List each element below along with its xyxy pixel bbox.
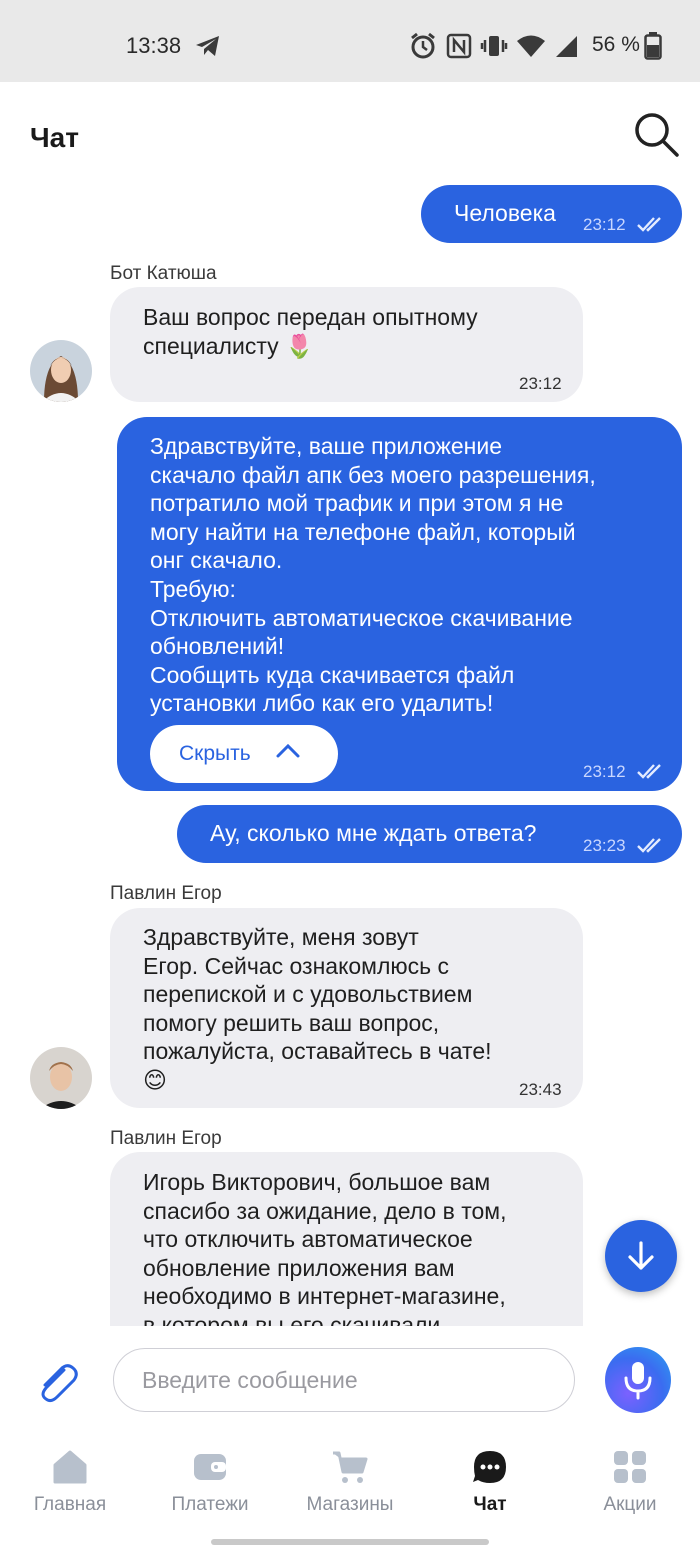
- arrow-down-icon: [628, 1241, 654, 1270]
- voice-button[interactable]: [605, 1347, 671, 1413]
- message-outgoing[interactable]: Ау, сколько мне ждать ответа? 23:23: [177, 805, 682, 863]
- home-indicator[interactable]: [211, 1539, 489, 1545]
- double-check-icon: [637, 217, 661, 232]
- message-time: 23:12: [583, 215, 626, 234]
- message-incoming[interactable]: Игорь Викторович, большое вам спасибо за…: [110, 1152, 583, 1326]
- chat-icon: [473, 1451, 506, 1483]
- nav-label: Чат: [473, 1494, 507, 1515]
- message-text: Ау, сколько мне ждать ответа?: [210, 820, 537, 846]
- message-time: 23:12: [519, 374, 562, 393]
- composer: [0, 1326, 700, 1430]
- nav-item-payments[interactable]: Платежи: [140, 1448, 280, 1528]
- microphone-icon: [624, 1362, 652, 1400]
- nav-label: Платежи: [171, 1494, 249, 1515]
- message-text: Игорь Викторович, большое вам спасибо за…: [143, 1169, 507, 1326]
- chat-header: Чат: [0, 82, 700, 182]
- cart-icon: [333, 1451, 368, 1483]
- bottom-navigation: Главная Платежи Магазины Чат Акции: [0, 1430, 700, 1556]
- message-time: 23:23: [583, 836, 626, 855]
- nav-label: Главная: [33, 1494, 107, 1515]
- message-incoming[interactable]: Ваш вопрос передан опытному специалисту …: [110, 287, 583, 402]
- nav-item-promotions[interactable]: Акции: [560, 1448, 700, 1528]
- scroll-down-button[interactable]: [605, 1220, 677, 1292]
- alarm-icon: [411, 32, 435, 59]
- double-check-icon: [637, 838, 661, 853]
- grid-icon: [614, 1451, 646, 1483]
- nav-item-home[interactable]: Главная: [0, 1448, 140, 1528]
- chevron-up-icon: [276, 743, 300, 758]
- nav-item-shops[interactable]: Магазины: [280, 1448, 420, 1528]
- message-input[interactable]: [113, 1348, 575, 1412]
- message-incoming[interactable]: Здравствуйте, меня зовут Егор. Сейчас оз…: [110, 908, 583, 1108]
- home-icon: [53, 1450, 87, 1484]
- message-text: Ваш вопрос передан опытному специалисту …: [143, 304, 478, 359]
- nav-label: Магазины: [306, 1494, 394, 1515]
- message-text: Здравствуйте, ваше приложение скачало фа…: [150, 433, 596, 717]
- message-outgoing-long[interactable]: Здравствуйте, ваше приложение скачало фа…: [117, 417, 682, 791]
- battery-percent: 56 %: [592, 33, 640, 56]
- search-icon[interactable]: [632, 110, 680, 158]
- status-bar: 13:38 56 %: [0, 0, 700, 82]
- battery-icon: [644, 32, 662, 60]
- wallet-icon: [194, 1454, 226, 1480]
- message-time: 23:12: [583, 762, 626, 781]
- telegram-icon: [196, 36, 219, 56]
- sender-name: Бот Катюша: [110, 263, 217, 284]
- wifi-icon: [517, 35, 545, 57]
- nav-item-chat[interactable]: Чат: [420, 1448, 560, 1528]
- collapse-button[interactable]: Скрыть: [150, 725, 338, 783]
- vibrate-icon: [480, 36, 508, 56]
- message-outgoing[interactable]: Человека 23:12: [421, 185, 682, 243]
- message-text: Человека: [454, 200, 556, 226]
- message-text: Здравствуйте, меня зовут Егор. Сейчас оз…: [143, 924, 492, 1093]
- status-time: 13:38: [126, 33, 182, 58]
- double-check-icon: [637, 764, 661, 779]
- paperclip-icon[interactable]: [34, 1358, 80, 1404]
- avatar-operator: [30, 1047, 92, 1109]
- collapse-label: Скрыть: [179, 742, 251, 765]
- signal-icon: [556, 36, 577, 57]
- page-title: Чат: [30, 122, 79, 153]
- message-time: 23:43: [519, 1080, 562, 1099]
- nav-label: Акции: [603, 1494, 657, 1515]
- message-clip: Игорь Викторович, большое вам спасибо за…: [0, 1150, 700, 1326]
- nfc-icon: [446, 33, 472, 59]
- avatar-bot: [30, 340, 92, 402]
- sender-name: Павлин Егор: [110, 1128, 222, 1149]
- sender-name: Павлин Егор: [110, 883, 222, 904]
